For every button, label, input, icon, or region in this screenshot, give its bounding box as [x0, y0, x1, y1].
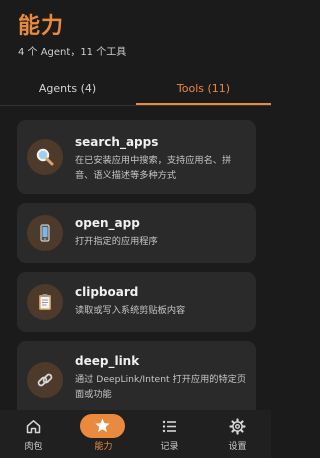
tool-name: deep_link	[75, 354, 140, 368]
tab-bar: Agents (4) Tools (11)	[0, 74, 271, 106]
search-icon	[27, 139, 63, 175]
list-icon	[162, 420, 176, 433]
nav-item-abilities[interactable]: 能力	[68, 410, 135, 458]
star-icon	[95, 418, 110, 432]
tool-list[interactable]: search_apps 在已安装应用中搜索，支持应用名、拼音、语义描述等多种方式…	[0, 108, 271, 410]
tool-name: open_app	[75, 216, 140, 230]
nav-item-home[interactable]: 肉包	[0, 410, 67, 458]
nav-item-settings[interactable]: 设置	[204, 410, 271, 458]
tab-agents[interactable]: Agents (4)	[0, 74, 135, 105]
gear-icon	[229, 418, 246, 435]
header: 能力 4 个 Agent，11 个工具	[18, 14, 126, 60]
tool-card-clipboard[interactable]: clipboard 读取或写入系统剪贴板内容	[17, 272, 256, 332]
page-title: 能力	[18, 14, 65, 39]
tool-description: 读取或写入系统剪贴板内容	[75, 305, 186, 316]
tool-description: 通过 DeepLink/Intent 打开应用的特定页面或功能	[75, 374, 247, 400]
tab-tools[interactable]: Tools (11)	[136, 74, 271, 105]
bottom-navigation: 肉包 能力 记录 设置	[0, 410, 271, 458]
tool-card-search-apps[interactable]: search_apps 在已安装应用中搜索，支持应用名、拼音、语义描述等多种方式	[17, 120, 256, 194]
nav-item-records[interactable]: 记录	[136, 410, 203, 458]
tool-name: clipboard	[75, 285, 139, 299]
tool-description: 在已安装应用中搜索，支持应用名、拼音、语义描述等多种方式	[75, 155, 232, 181]
link-icon	[27, 362, 63, 398]
nav-label: 能力	[94, 442, 113, 452]
app-screen: 能力 4 个 Agent，11 个工具 Agents (4) Tools (11…	[0, 0, 271, 458]
clipboard-icon	[27, 284, 63, 320]
tab-indicator	[136, 103, 271, 105]
nav-label: 肉包	[24, 442, 43, 452]
tool-description: 打开指定的应用程序	[75, 236, 158, 247]
nav-label: 设置	[228, 442, 247, 452]
tool-name: search_apps	[75, 135, 159, 149]
tool-card-open-app[interactable]: open_app 打开指定的应用程序	[17, 203, 256, 263]
nav-label: 记录	[160, 442, 179, 452]
tool-card-deep-link[interactable]: deep_link 通过 DeepLink/Intent 打开应用的特定页面或功…	[17, 341, 256, 410]
page-subtitle: 4 个 Agent，11 个工具	[18, 47, 127, 58]
phone-icon	[27, 215, 63, 251]
home-icon	[26, 420, 41, 434]
